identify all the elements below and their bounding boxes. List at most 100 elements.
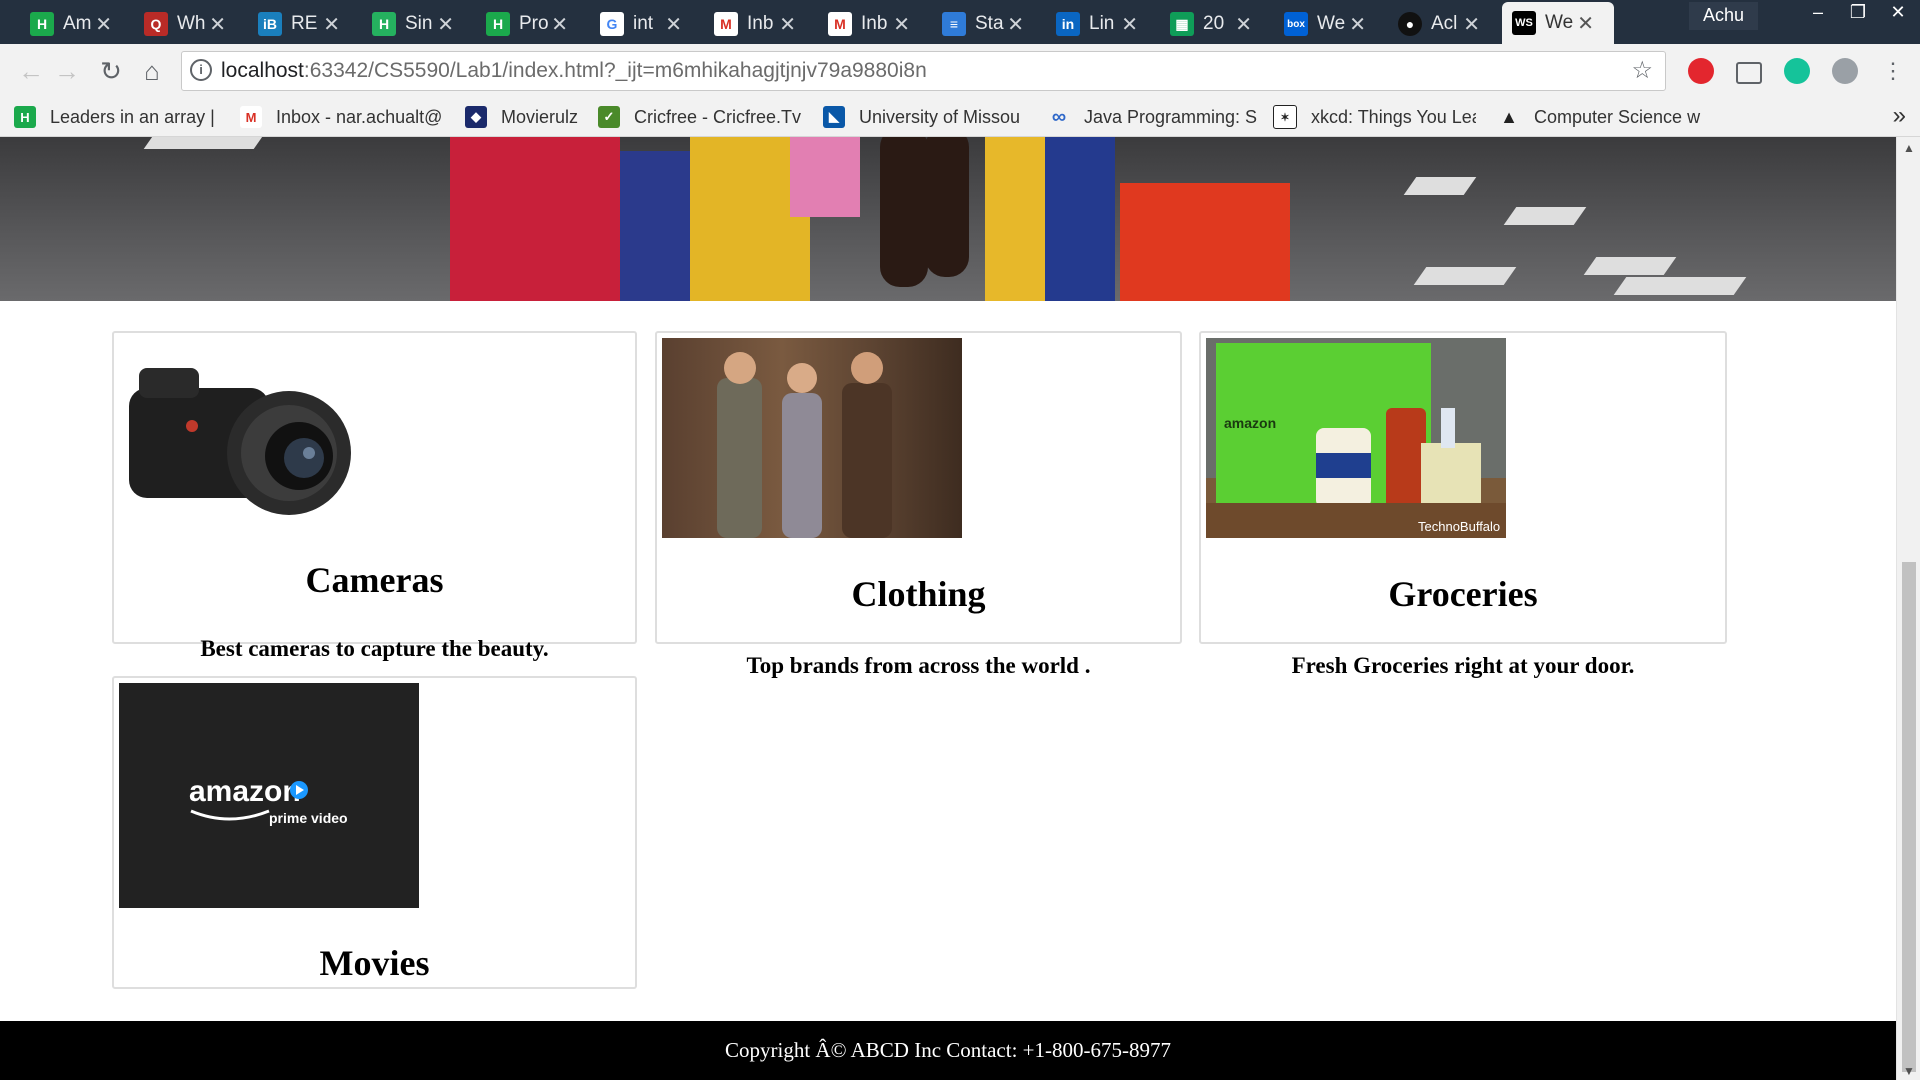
quora-icon: Q	[144, 12, 168, 36]
close-tab-icon[interactable]: ✕	[893, 12, 910, 37]
browser-tab[interactable]: box We ✕	[1274, 4, 1386, 44]
close-tab-icon[interactable]: ✕	[1121, 12, 1138, 37]
close-tab-icon[interactable]: ✕	[551, 12, 568, 37]
page-viewport: Cameras Best cameras to capture the beau…	[0, 137, 1896, 1080]
browser-tab[interactable]: H Am ✕	[20, 4, 132, 44]
tab-strip: H Am ✕ Q Wh ✕ iB RE ✕ H Sin ✕ H Pro ✕ G …	[0, 0, 1920, 44]
browser-tab[interactable]: ▦ 20 ✕	[1160, 4, 1272, 44]
browser-tab[interactable]: in Lin ✕	[1046, 4, 1158, 44]
menu-dots-icon[interactable]: ⋮	[1876, 54, 1910, 88]
svg-text:amazon: amazon	[189, 775, 301, 808]
browser-tab[interactable]: Q Wh ✕	[134, 4, 246, 44]
close-window-icon[interactable]: ✕	[1878, 0, 1918, 26]
card-title: Groceries	[1388, 574, 1538, 614]
movierulz-icon: ◆	[465, 106, 487, 128]
bookmark-item[interactable]: ▲ Computer Science w	[1498, 98, 1704, 136]
gmail-icon: M	[828, 12, 852, 36]
stack-icon: ≡	[942, 12, 966, 36]
category-card-groceries[interactable]: amazon TechnoBuffalo Groceries	[1199, 331, 1727, 644]
bookmark-item[interactable]: ◆ Movierulz	[465, 98, 591, 136]
bookmarks-bar: H Leaders in an array | M Inbox - nar.ac…	[0, 98, 1920, 137]
card-description: Best cameras to capture the beauty.	[200, 636, 549, 661]
reload-icon[interactable]: ↻	[94, 54, 128, 88]
home-icon[interactable]: ⌂	[135, 54, 169, 88]
category-card-movies[interactable]: amazon prime video Movies	[112, 676, 637, 989]
close-tab-icon[interactable]: ✕	[437, 12, 454, 37]
close-tab-icon[interactable]: ✕	[779, 12, 796, 37]
scroll-up-arrow-icon[interactable]: ▲	[1897, 141, 1920, 155]
browser-tab-active[interactable]: WS We ✕	[1502, 2, 1614, 44]
grammarly-icon[interactable]	[1784, 58, 1810, 84]
extension-icon[interactable]	[1832, 58, 1858, 84]
interviewbit-icon: iB	[258, 12, 282, 36]
page-scrollbar[interactable]: ▲ ▼	[1896, 137, 1920, 1080]
profile-button[interactable]: Achu	[1688, 2, 1758, 30]
close-tab-icon[interactable]: ✕	[95, 12, 112, 37]
browser-tab[interactable]: iB RE ✕	[248, 4, 360, 44]
browser-tab[interactable]: H Sin ✕	[362, 4, 474, 44]
close-tab-icon[interactable]: ✕	[665, 12, 682, 37]
umkc-icon: ◣	[823, 106, 845, 128]
card-title: Movies	[319, 943, 430, 983]
browser-tab[interactable]: M Inb ✕	[704, 4, 816, 44]
browser-toolbar: ← → ↻ ⌂ i localhost:63342/CS5590/Lab1/in…	[0, 44, 1920, 98]
cast-icon[interactable]	[1736, 62, 1762, 84]
bookmark-item[interactable]: ✶ xkcd: Things You Lea	[1273, 98, 1476, 136]
gmail-icon: M	[240, 106, 262, 128]
browser-tab[interactable]: M Inb ✕	[818, 4, 930, 44]
clothing-image	[662, 338, 962, 538]
scrollbar-thumb[interactable]	[1902, 562, 1916, 1072]
svg-text:prime video: prime video	[269, 810, 348, 826]
page-footer: Copyright Â© ABCD Inc Contact: +1-800-67…	[0, 1021, 1896, 1080]
card-description: Fresh Groceries right at your door.	[1291, 653, 1635, 678]
bookmark-item[interactable]: M Inbox - nar.achualt@	[240, 98, 456, 136]
graduation-cap-icon: ▲	[1500, 106, 1518, 127]
category-card-cameras[interactable]: Cameras	[112, 331, 637, 644]
close-tab-icon[interactable]: ✕	[323, 12, 340, 37]
hackerrank-icon: H	[14, 106, 36, 128]
minimize-icon[interactable]: –	[1798, 0, 1838, 26]
svg-text:amazon: amazon	[1224, 415, 1276, 431]
bookmark-item[interactable]: ✓ Cricfree - Cricfree.Tv	[598, 98, 814, 136]
card-title: Cameras	[305, 560, 444, 600]
site-info-icon[interactable]: i	[190, 59, 212, 81]
address-bar[interactable]: i localhost:63342/CS5590/Lab1/index.html…	[181, 51, 1666, 91]
close-tab-icon[interactable]: ✕	[1007, 12, 1024, 37]
webstorm-icon: WS	[1512, 11, 1536, 35]
orange-bag	[1120, 183, 1290, 301]
restore-icon[interactable]: ❐	[1838, 0, 1878, 26]
svg-text:TechnoBuffalo: TechnoBuffalo	[1418, 519, 1500, 534]
close-tab-icon[interactable]: ✕	[209, 12, 226, 37]
close-tab-icon[interactable]: ✕	[1349, 12, 1366, 37]
groceries-image: amazon TechnoBuffalo	[1206, 338, 1506, 538]
camera-image	[119, 338, 419, 523]
hackerearth-icon: H	[372, 12, 396, 36]
forward-icon[interactable]: →	[50, 54, 84, 88]
bookmarks-overflow-icon[interactable]: »	[1893, 102, 1906, 130]
category-card-clothing[interactable]: Clothing	[655, 331, 1182, 644]
url-text[interactable]: localhost:63342/CS5590/Lab1/index.html?_…	[221, 52, 927, 90]
opera-extension-icon[interactable]	[1688, 58, 1714, 84]
hackerrank-icon: H	[486, 12, 510, 36]
back-icon[interactable]: ←	[14, 54, 48, 88]
browser-tab[interactable]: ≡ Sta ✕	[932, 4, 1044, 44]
bookmark-item[interactable]: ◣ University of Missou	[823, 98, 1059, 136]
close-tab-icon[interactable]: ✕	[1463, 12, 1480, 37]
close-tab-icon[interactable]: ✕	[1235, 12, 1252, 37]
hackerrank-icon: H	[30, 12, 54, 36]
close-tab-icon[interactable]: ✕	[1577, 11, 1594, 36]
linkedin-icon: in	[1056, 12, 1080, 36]
bookmark-item[interactable]: ∞ Java Programming: S	[1048, 98, 1269, 136]
infinity-icon: ∞	[1051, 105, 1067, 128]
google-icon: G	[600, 12, 624, 36]
bookmark-star-icon[interactable]: ☆	[1631, 56, 1653, 85]
scroll-down-arrow-icon[interactable]: ▼	[1897, 1064, 1920, 1078]
cricfree-icon: ✓	[598, 106, 620, 128]
browser-tab[interactable]: G int ✕	[590, 4, 702, 44]
bookmark-item[interactable]: H Leaders in an array |	[14, 98, 245, 136]
red-bag	[450, 137, 620, 301]
browser-tab[interactable]: H Pro ✕	[476, 4, 588, 44]
browser-tab[interactable]: ● Acl ✕	[1388, 4, 1500, 44]
sheets-icon: ▦	[1170, 12, 1194, 36]
github-icon: ●	[1398, 12, 1422, 36]
